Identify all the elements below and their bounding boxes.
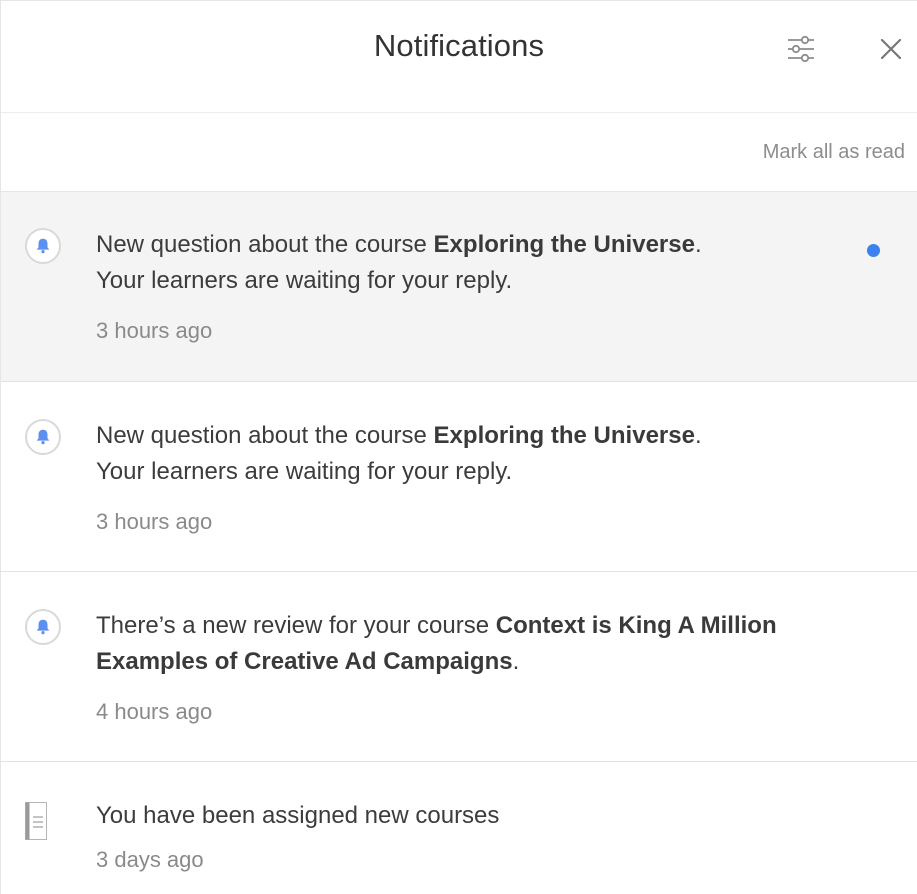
- notification-text: There’s a new review for your course Con…: [96, 612, 777, 675]
- notification-item[interactable]: There’s a new review for your course Con…: [1, 572, 917, 762]
- notification-time: 3 hours ago: [96, 318, 213, 343]
- notification-item[interactable]: New question about the course Exploring …: [1, 192, 917, 382]
- notification-time: 3 days ago: [96, 847, 204, 872]
- panel-title: Notifications: [373, 28, 545, 63]
- course-name: Exploring the Universe: [433, 422, 695, 449]
- notification-time: 4 hours ago: [96, 699, 213, 724]
- notification-text: You have been assigned new courses: [96, 802, 500, 829]
- panel-header: Notifications: [1, 1, 917, 113]
- bell-icon: [25, 419, 61, 455]
- close-icon: [880, 38, 902, 60]
- notification-item[interactable]: You have been assigned new courses 3 day…: [1, 762, 917, 894]
- document-icon: [25, 802, 47, 840]
- settings-button[interactable]: [781, 29, 821, 69]
- actions-row: Mark all as read: [1, 113, 917, 192]
- sliders-icon: [788, 35, 814, 63]
- notification-list: New question about the course Exploring …: [1, 192, 917, 894]
- mark-all-read-link[interactable]: Mark all as read: [763, 141, 905, 164]
- bell-icon: [25, 228, 61, 264]
- notifications-panel: Notifications Mark all as read New quest…: [0, 0, 917, 894]
- bell-icon: [25, 609, 61, 645]
- notification-item[interactable]: New question about the course Exploring …: [1, 382, 917, 572]
- unread-indicator: [867, 244, 880, 257]
- close-button[interactable]: [871, 29, 911, 69]
- course-name: Exploring the Universe: [433, 231, 695, 258]
- notification-text: New question about the course Exploring …: [96, 231, 702, 294]
- notification-time: 3 hours ago: [96, 509, 213, 534]
- notification-text: New question about the course Exploring …: [96, 422, 702, 485]
